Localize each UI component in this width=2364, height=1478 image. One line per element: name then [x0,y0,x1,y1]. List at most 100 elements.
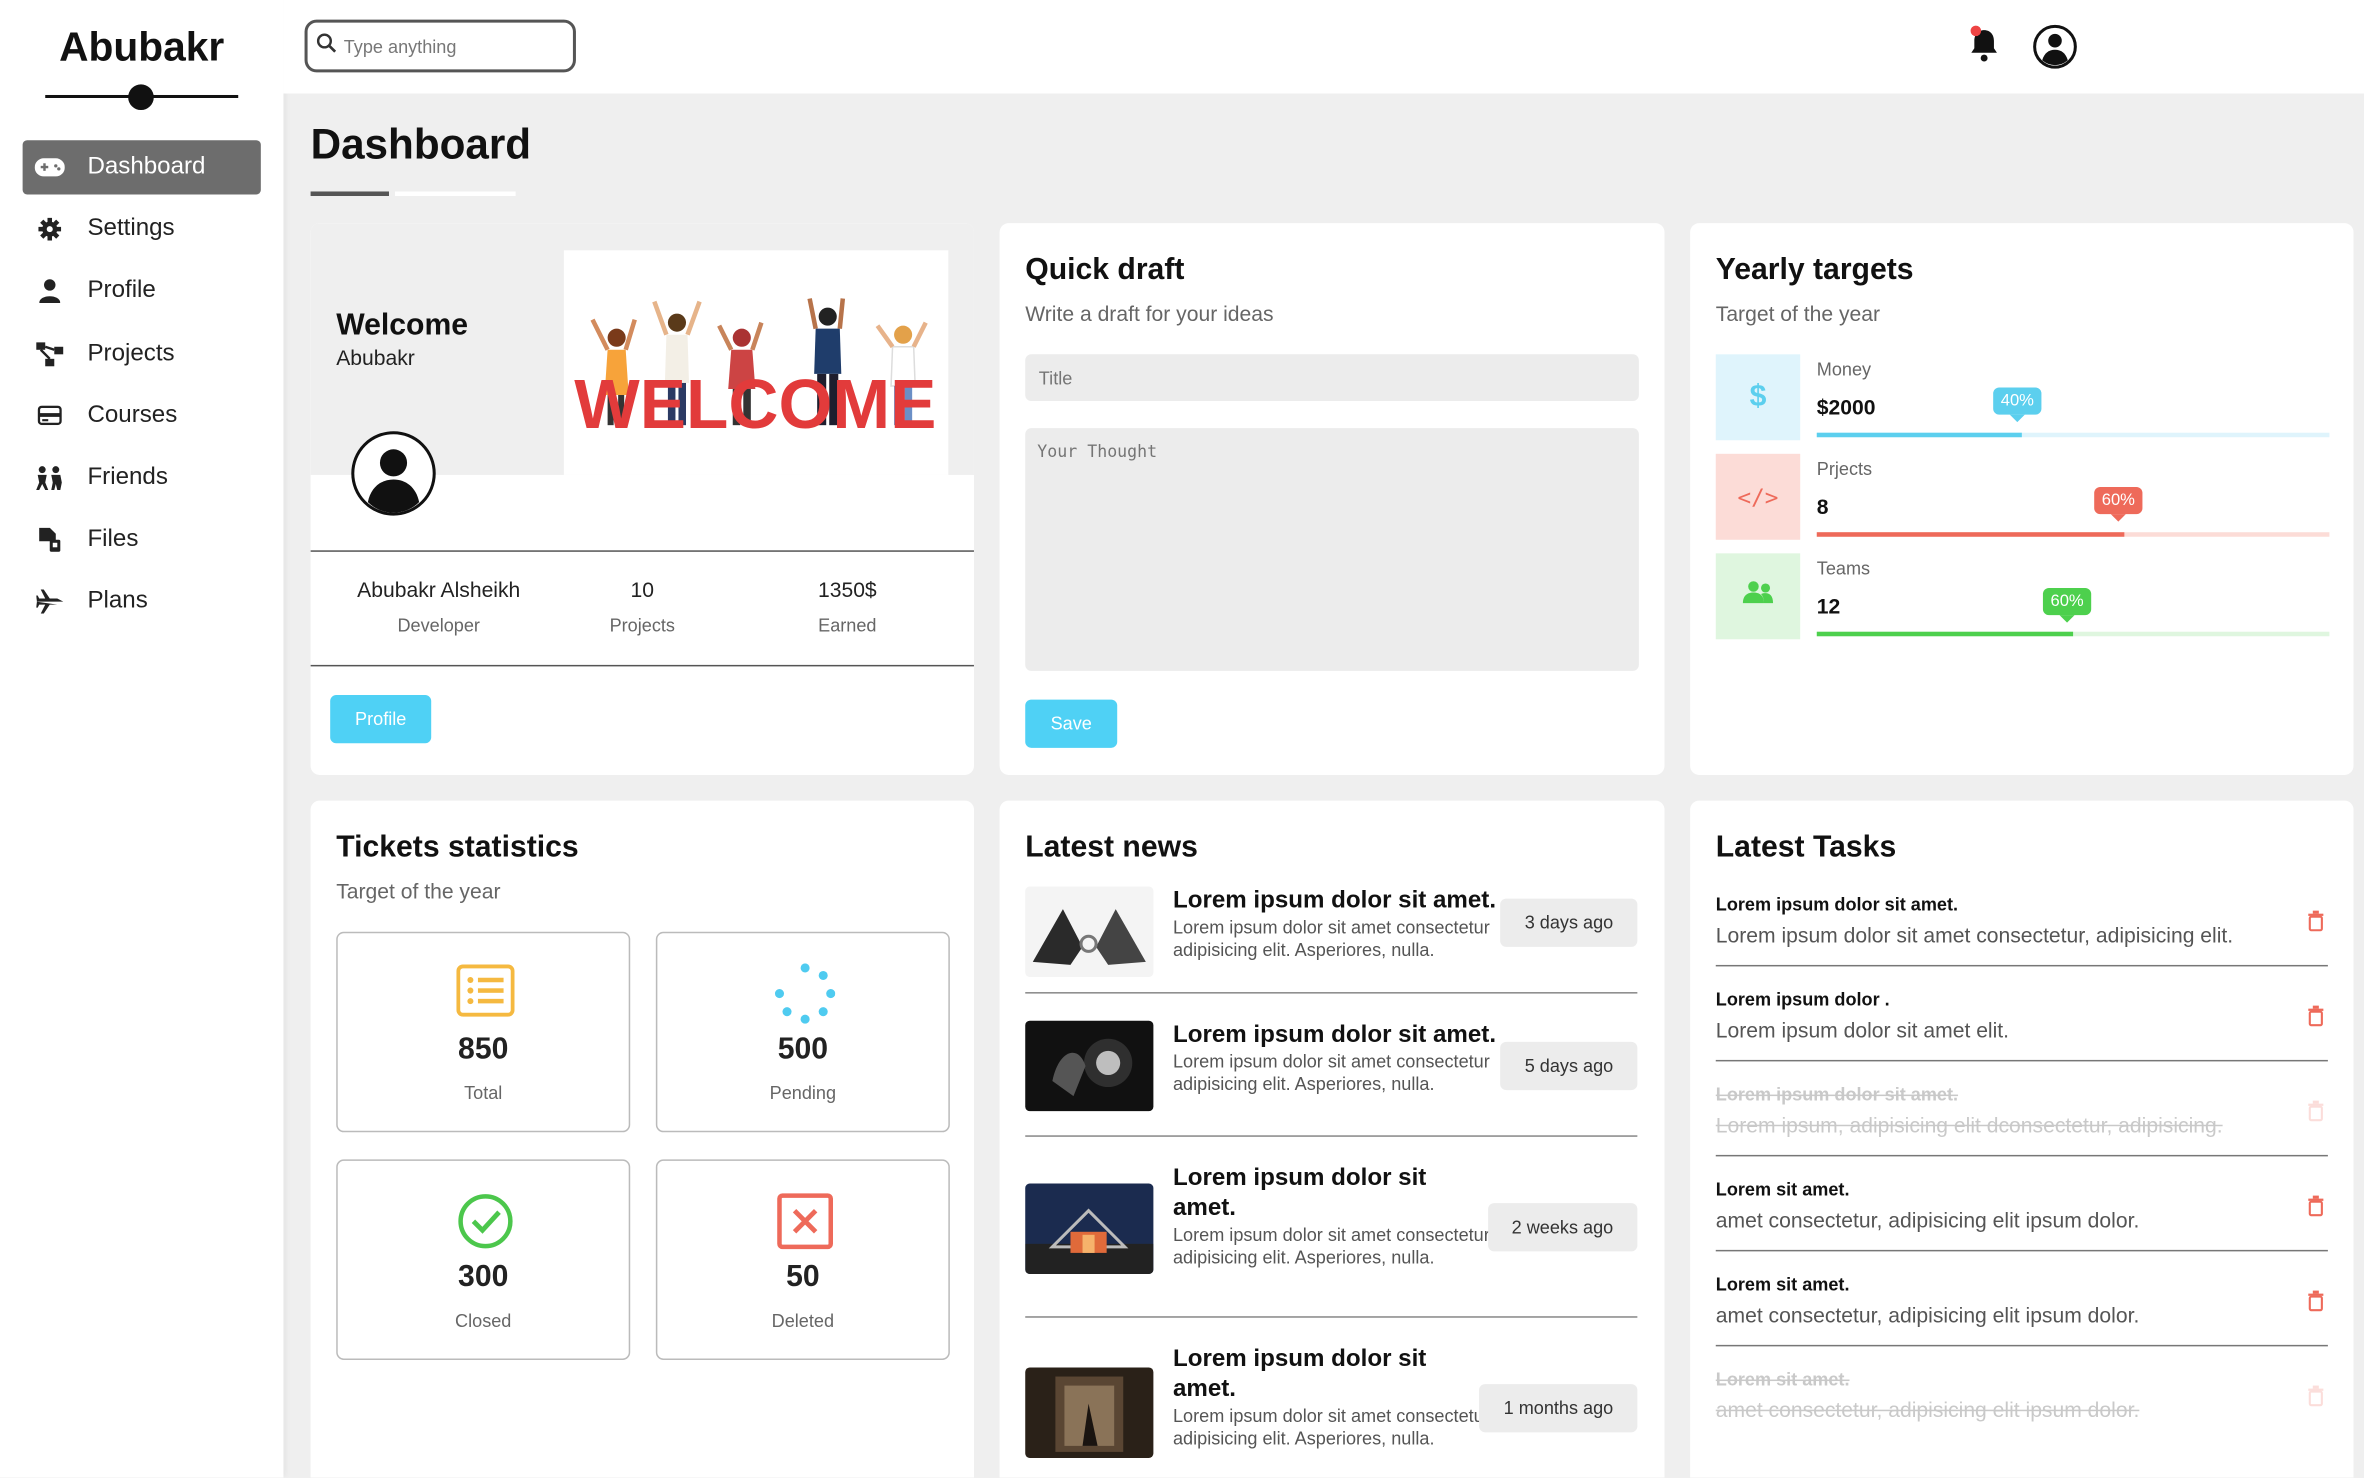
task-divider [1715,1059,2328,1062]
list-icon [455,963,515,1023]
news-time: 2 weeks ago [1487,1203,1638,1252]
file-icon [35,526,65,553]
divider [310,550,974,552]
target-money-box: $ [1715,354,1801,441]
news-item[interactable]: Lorem ipsum dolor sit amet. Lorem ipsum … [1025,1020,1638,1137]
card-subtitle: Target of the year [336,878,501,904]
card-subtitle: Target of the year [1715,301,1881,326]
target-percent-badge: 60% [2094,486,2143,522]
divider [310,664,974,667]
task-heading: Lorem ipsum dolor sit amet. [1715,894,1959,916]
news-item[interactable]: Lorem ipsum dolor sit amet. Lorem ipsum … [1025,1164,1638,1318]
draft-thought-textarea[interactable] [1025,428,1639,671]
gear-icon [35,216,65,243]
sidebar-item-friends[interactable]: Friends [23,451,261,505]
search-icon [316,32,337,59]
task-divider [1715,964,2328,967]
plane-icon [35,588,65,615]
sidebar-item-label: Courses [87,402,178,428]
task-heading: Lorem sit amet. [1715,1368,1850,1391]
trash-icon[interactable] [2307,1004,2328,1028]
yearly-targets-card: Yearly targets Target of the year $ Mone… [1690,223,2354,775]
people-icon [35,464,65,491]
stat-earned: 1350$ Earned [734,577,960,636]
ticket-label: Total [464,1082,503,1104]
latest-news-card: Latest news Lorem ipsum dolor sit amet. … [999,800,1665,1478]
target-progress-fill [1816,631,2074,637]
code-icon: </> [1737,483,1779,511]
target-progress-fill [1816,532,2125,537]
ticket-value: 300 [458,1260,509,1294]
news-heading: Lorem ipsum dolor sit amet. [1172,1165,1427,1222]
card-title: Yearly targets [1715,253,1914,287]
trash-icon[interactable] [2307,1194,2328,1218]
task-heading: Lorem sit amet. [1715,1274,1850,1296]
stat-projects: 10 Projects [529,577,755,636]
news-thumbnail [1025,1183,1154,1275]
title-underline-secondary [395,191,516,197]
x-square-icon [775,1191,835,1251]
task-divider [1715,1249,2328,1252]
task-divider [1715,1344,2328,1347]
check-circle-icon [455,1191,515,1251]
ticket-pending: 500 Pending [655,931,950,1133]
news-text: Lorem ipsum dolor sit amet consectetur a… [1172,916,1490,960]
welcome-username: Abubakr [336,345,415,370]
ticket-value: 50 [786,1260,820,1294]
stat-label: Projects [609,615,675,637]
news-thumbnail [1025,1367,1154,1458]
sidebar-item-projects[interactable]: Projects [23,327,261,381]
draft-title-input[interactable] [1025,354,1639,402]
search-box[interactable] [304,19,576,73]
save-button[interactable]: Save [1025,699,1118,748]
welcome-banner-text: WELCOME [574,365,936,443]
news-item[interactable]: Lorem ipsum dolor sit amet. Lorem ipsum … [1025,886,1638,994]
welcome-illustration: WELCOME [563,250,949,475]
card-title: Quick draft [1025,253,1185,287]
profile-avatar[interactable] [351,431,436,516]
target-label: Prjects [1816,458,1873,480]
brand-title: Abubakr [59,24,225,70]
sidebar-item-plans[interactable]: Plans [23,575,261,629]
news-item[interactable]: Lorem ipsum dolor sit amet. Lorem ipsum … [1025,1345,1638,1478]
gamepad-icon [34,154,65,181]
latest-tasks-card: Latest Tasks Lorem ipsum dolor sit amet.… [1690,800,2354,1478]
dollar-icon: $ [1749,379,1767,414]
trash-icon[interactable] [2307,1099,2328,1123]
sidebar-item-courses[interactable]: Courses [23,389,261,443]
stat-value: 1350$ [817,577,877,602]
ticket-deleted: 50 Deleted [655,1159,950,1360]
news-thumbnail [1025,1020,1154,1112]
trash-icon[interactable] [2307,1384,2328,1408]
ticket-value: 500 [777,1032,829,1066]
sidebar-nav: Dashboard Settings Profile Projects Cour… [22,140,261,637]
card-icon [35,402,65,429]
stat-name: Abubakr Alsheikh Developer [326,577,552,636]
trash-icon[interactable] [2307,1289,2328,1313]
target-progress-fill [1816,432,2022,438]
ticket-label: Deleted [771,1310,835,1332]
search-input[interactable] [343,35,555,57]
user-avatar-icon[interactable] [2032,24,2077,69]
target-progress-track [1816,631,2330,637]
sidebar-item-label: Plans [87,588,148,615]
page-title: Dashboard [310,120,532,168]
sidebar-item-settings[interactable]: Settings [23,202,261,256]
target-label: Teams [1816,557,1871,579]
sidebar-item-files[interactable]: Files [23,513,261,567]
users-icon [1741,580,1774,612]
sidebar-item-profile[interactable]: Profile [23,264,261,318]
ticket-label: Closed [455,1310,512,1332]
target-value: $2000 [1816,395,1876,420]
target-progress-track [1816,532,2330,537]
tickets-card: Tickets statistics Target of the year 85… [310,800,974,1478]
news-heading: Lorem ipsum dolor sit amet. [1172,1022,1497,1048]
target-value: 8 [1816,494,1829,519]
sidebar-item-dashboard[interactable]: Dashboard [22,140,261,195]
profile-button[interactable]: Profile [330,695,432,744]
trash-icon[interactable] [2307,909,2328,933]
task-text: amet consectetur, adipisicing elit ipsum… [1715,1302,2140,1327]
target-value: 12 [1816,594,1841,619]
task-text: amet consectetur, adipisicing elit ipsum… [1715,1397,2140,1422]
news-time: 5 days ago [1500,1041,1638,1091]
